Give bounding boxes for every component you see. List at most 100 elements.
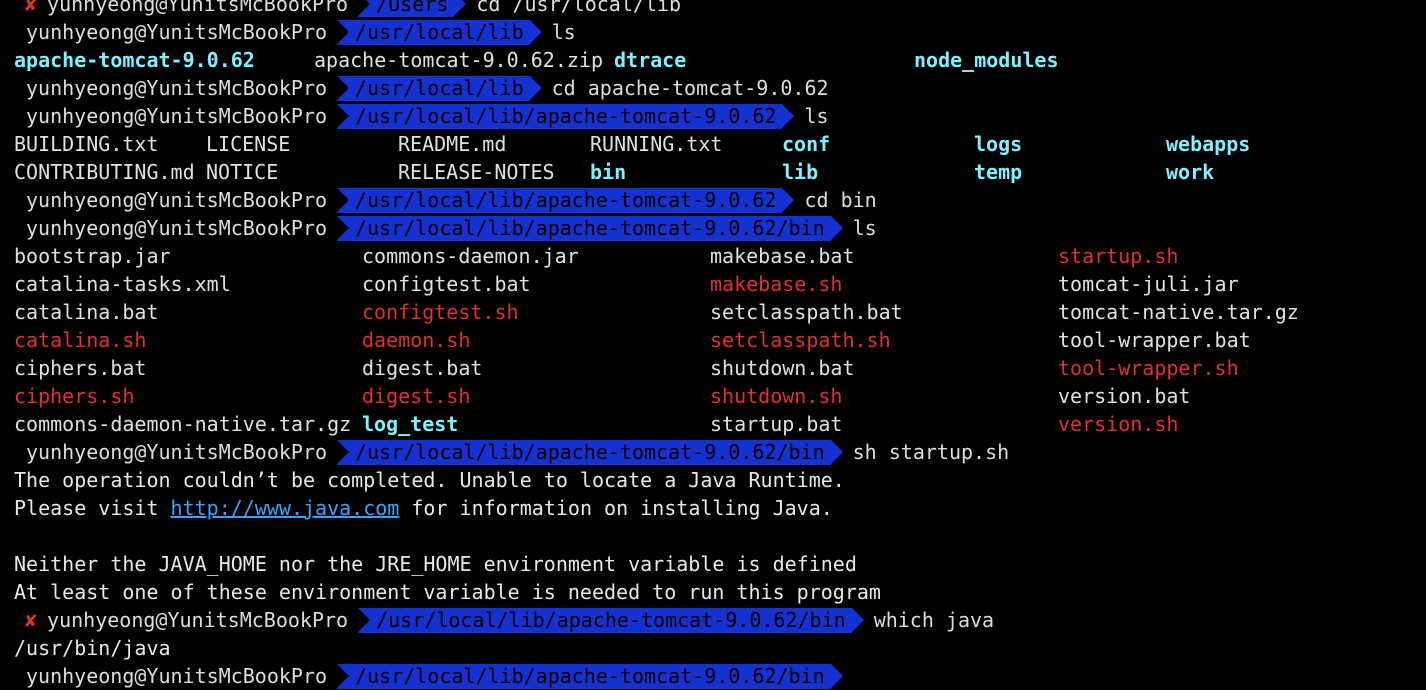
prompt-user: yunhyeong@YunitsMcBookPro [26, 188, 328, 212]
dir-entry: temp [974, 160, 1023, 184]
file-entry: tomcat-native.tar.gz [1058, 300, 1299, 324]
ls-output-row: catalina-tasks.xml configtest.bat makeba… [0, 270, 1426, 298]
prompt-line: yunhyeong@YunitsMcBookPro /usr/local/lib… [0, 438, 1426, 466]
exec-entry: configtest.sh [362, 300, 519, 324]
prompt-user: yunhyeong@YunitsMcBookPro [26, 104, 328, 128]
prompt-user: yunhyeong@YunitsMcBookPro [26, 76, 328, 100]
dir-entry: lib [782, 160, 819, 184]
exec-entry: digest.sh [362, 384, 471, 408]
ls-output-row: apache-tomcat-9.0.62 apache-tomcat-9.0.6… [0, 46, 1426, 74]
prompt-user: yunhyeong@YunitsMcBookPro [26, 20, 328, 44]
prompt-user: yunhyeong@YunitsMcBookPro [47, 0, 349, 16]
prompt-path: /usr/local/lib/apache-tomcat-9.0.62/bin [337, 663, 843, 689]
ls-output-row: catalina.sh daemon.sh setclasspath.sh to… [0, 326, 1426, 354]
exec-entry: makebase.sh [710, 272, 843, 296]
dir-entry: node_modules [914, 48, 1059, 72]
file-entry: commons-daemon.jar [362, 244, 579, 268]
prompt-line: yunhyeong@YunitsMcBookPro /usr/local/lib… [0, 186, 1426, 214]
output-line: Neither the JAVA_HOME nor the JRE_HOME e… [14, 552, 857, 576]
file-entry: RUNNING.txt [590, 132, 723, 156]
prompt-command: ls [852, 216, 877, 240]
exec-entry: ciphers.sh [14, 384, 135, 408]
prompt-line: ✘ yunhyeong@YunitsMcBookPro /usr/local/li… [0, 606, 1426, 634]
exec-entry: shutdown.sh [710, 384, 843, 408]
prompt-command: cd apache-tomcat-9.0.62 [551, 76, 829, 100]
file-entry: shutdown.bat [710, 356, 855, 380]
file-entry: LICENSE [206, 132, 291, 156]
prompt-path: /usr/local/lib/apache-tomcat-9.0.62/bin [337, 439, 843, 465]
prompt-line: yunhyeong@YunitsMcBookPro /usr/local/lib… [0, 102, 1426, 130]
prompt-line: ✘ yunhyeong@YunitsMcBookPro /Users cd /us… [0, 0, 1426, 18]
prompt-command: ls [804, 104, 829, 128]
ls-output-row: CONTRIBUTING.md NOTICE RELEASE-NOTES bin… [0, 158, 1426, 186]
file-entry: CONTRIBUTING.md [14, 160, 195, 184]
file-entry: commons-daemon-native.tar.gz [14, 412, 352, 436]
prompt-command: cd /usr/local/lib [476, 0, 682, 16]
file-entry: digest.bat [362, 356, 483, 380]
output-line: /usr/bin/java [14, 636, 171, 660]
prompt-line: yunhyeong@YunitsMcBookPro /usr/local/lib… [0, 74, 1426, 102]
prompt-user: yunhyeong@YunitsMcBookPro [26, 216, 328, 240]
ls-output-row: BUILDING.txt LICENSE README.md RUNNING.t… [0, 130, 1426, 158]
prompt-line: yunhyeong@YunitsMcBookPro /usr/local/lib… [0, 214, 1426, 242]
output-text: for information on installing Java. [399, 496, 833, 520]
file-entry: setclasspath.bat [710, 300, 903, 324]
prompt-context: ✘ yunhyeong@YunitsMcBookPro [0, 0, 348, 18]
ls-output-row: bootstrap.jar commons-daemon.jar makebas… [0, 242, 1426, 270]
prompt-user: yunhyeong@YunitsMcBookPro [47, 608, 349, 632]
file-entry: catalina.bat [14, 300, 159, 324]
output-line: The operation couldn’t be completed. Una… [14, 468, 845, 492]
terminal-output[interactable]: ✘ yunhyeong@YunitsMcBookPro /Users cd /us… [0, 0, 1426, 690]
prompt-path: /Users [358, 0, 467, 17]
exec-entry: catalina.sh [14, 328, 147, 352]
exec-entry: startup.sh [1058, 244, 1179, 268]
file-entry: tomcat-juli.jar [1058, 272, 1239, 296]
exec-entry: daemon.sh [362, 328, 471, 352]
prompt-command: ls [551, 20, 576, 44]
file-entry: catalina-tasks.xml [14, 272, 231, 296]
prompt-user: yunhyeong@YunitsMcBookPro [26, 440, 328, 464]
ls-output-row: ciphers.sh digest.sh shutdown.sh version… [0, 382, 1426, 410]
file-entry: version.bat [1058, 384, 1191, 408]
exec-entry: version.sh [1058, 412, 1179, 436]
ls-output-row: commons-daemon-native.tar.gz log_test st… [0, 410, 1426, 438]
dir-entry: apache-tomcat-9.0.62 [14, 48, 255, 72]
dir-entry: logs [974, 132, 1023, 156]
file-entry: NOTICE [206, 160, 279, 184]
prompt-path: /usr/local/lib/apache-tomcat-9.0.62/bin [337, 215, 843, 241]
error-x-icon: ✘ [25, 0, 38, 16]
file-entry: apache-tomcat-9.0.62.zip [314, 48, 603, 72]
dir-entry: webapps [1166, 132, 1251, 156]
prompt-path: /usr/local/lib [337, 19, 542, 45]
prompt-path: /usr/local/lib/apache-tomcat-9.0.62/bin [358, 607, 864, 633]
dir-entry: work [1166, 160, 1215, 184]
file-entry: makebase.bat [710, 244, 855, 268]
error-x-icon: ✘ [25, 608, 38, 632]
exec-entry: tool-wrapper.sh [1058, 356, 1239, 380]
prompt-line-partial: yunhyeong@YunitsMcBookPro /usr/local/lib… [0, 662, 1426, 690]
prompt-command: which java [873, 608, 995, 632]
output-line: At least one of these environment variab… [14, 580, 881, 604]
prompt-path: /usr/local/lib/apache-tomcat-9.0.62 [337, 187, 795, 213]
dir-entry: bin [590, 160, 627, 184]
file-entry: startup.bat [710, 412, 843, 436]
file-entry: README.md [398, 132, 507, 156]
prompt-user: yunhyeong@YunitsMcBookPro [26, 664, 328, 688]
file-entry: bootstrap.jar [14, 244, 171, 268]
dir-entry: dtrace [614, 48, 687, 72]
prompt-command: sh startup.sh [852, 440, 1010, 464]
ls-output-row: catalina.bat configtest.sh setclasspath.… [0, 298, 1426, 326]
prompt-path: /usr/local/lib [337, 75, 542, 101]
prompt-context: ✘ yunhyeong@YunitsMcBookPro [0, 606, 348, 634]
prompt-command: cd bin [804, 188, 877, 212]
prompt-line: yunhyeong@YunitsMcBookPro /usr/local/lib… [0, 18, 1426, 46]
dir-entry: log_test [362, 412, 459, 436]
prompt-path: /usr/local/lib/apache-tomcat-9.0.62 [337, 103, 795, 129]
java-link[interactable]: http://www.java.com [171, 496, 400, 520]
file-entry: RELEASE-NOTES [398, 160, 555, 184]
file-entry: tool-wrapper.bat [1058, 328, 1251, 352]
file-entry: configtest.bat [362, 272, 531, 296]
ls-output-row: ciphers.bat digest.bat shutdown.bat tool… [0, 354, 1426, 382]
file-entry: BUILDING.txt [14, 132, 159, 156]
